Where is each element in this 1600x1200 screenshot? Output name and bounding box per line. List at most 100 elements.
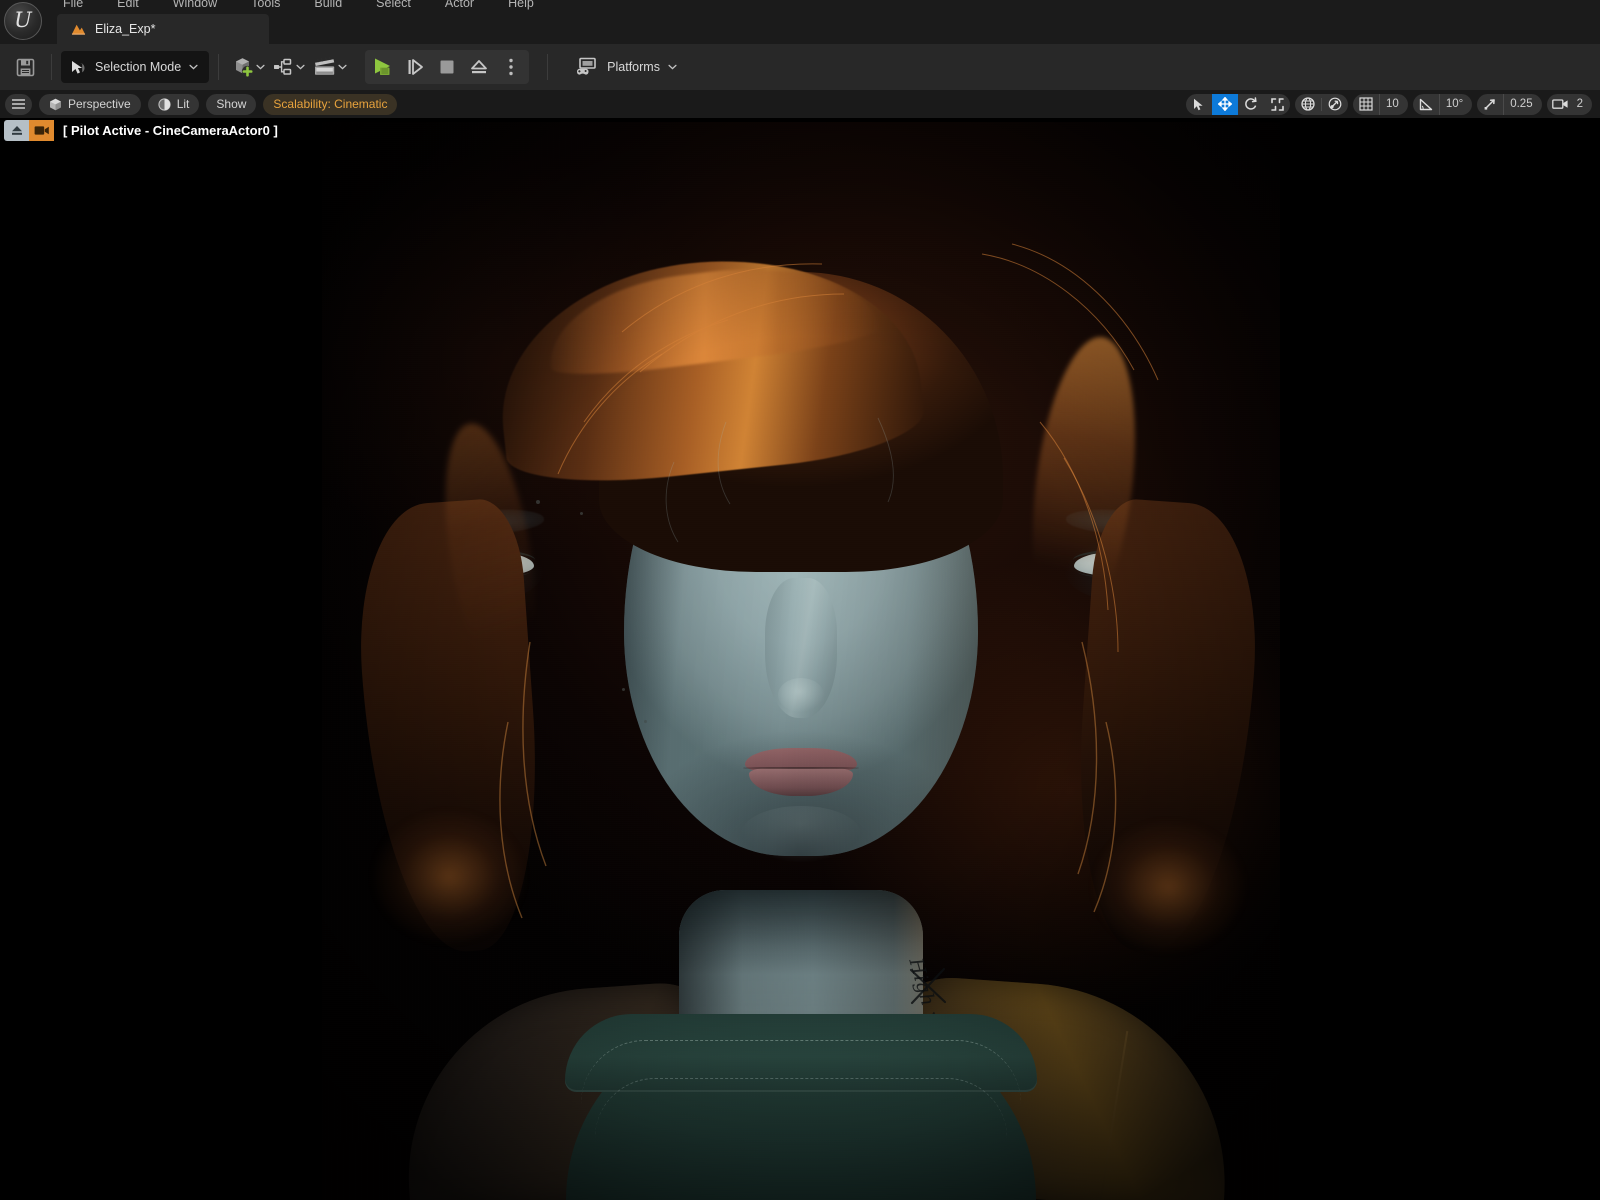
- menu-item-tools[interactable]: Tools: [234, 0, 297, 14]
- tab-strip: Eliza_Exp*: [0, 14, 1600, 44]
- eject-pilot-icon: [11, 126, 22, 135]
- platforms-label: Platforms: [607, 60, 660, 74]
- stop-piloting-button[interactable]: [4, 120, 29, 141]
- viewport-toolbar-right: 10 10° 0.25 2: [1186, 93, 1600, 115]
- cinematics-icon: [315, 57, 335, 75]
- hamburger-menu-icon: [12, 99, 25, 109]
- translate-tool-button[interactable]: [1212, 93, 1239, 115]
- play-more-options-button[interactable]: [496, 52, 526, 82]
- play-button[interactable]: [368, 52, 398, 82]
- grid-snap-toggle[interactable]: [1353, 94, 1379, 115]
- collar-stitching-inner: [595, 1078, 1007, 1138]
- cursor-arrow-icon: [1194, 98, 1203, 110]
- menu-item-edit[interactable]: Edit: [100, 0, 156, 14]
- main-toolbar: Selection Mode Platforms: [0, 44, 1600, 90]
- selection-mode-icon: [72, 60, 85, 74]
- kebab-menu-icon: [509, 58, 513, 76]
- camera-speed-toggle[interactable]: [1547, 94, 1577, 115]
- menu-bar: File Edit Window Tools Build Select Acto…: [0, 0, 1600, 14]
- level-icon: [71, 24, 86, 35]
- viewport-show-flags-button[interactable]: Show: [206, 93, 257, 115]
- neck-tattoo-x-icon: [909, 967, 947, 1005]
- lighting-mode-label: Lit: [176, 97, 190, 111]
- hair-tip-glow-left: [374, 812, 524, 942]
- cube-icon: [50, 98, 61, 110]
- cinematics-button[interactable]: [309, 50, 351, 84]
- rotate-tool-button[interactable]: [1238, 94, 1264, 115]
- chevron-down-icon: [296, 64, 305, 70]
- pilot-active-banner: [ Pilot Active - CineCameraActor0 ]: [4, 120, 278, 141]
- menu-item-window[interactable]: Window: [156, 0, 234, 14]
- pilot-status-text: [ Pilot Active - CineCameraActor0 ]: [63, 123, 278, 138]
- show-flags-label: Show: [216, 97, 247, 111]
- add-actor-icon: [236, 58, 254, 78]
- viewport-lighting-button[interactable]: Lit: [147, 93, 200, 115]
- surface-snap-icon: [1328, 97, 1342, 111]
- toolbar-divider-3: [547, 54, 549, 80]
- move-gizmo-icon: [1218, 97, 1233, 111]
- cine-camera-icon: [34, 126, 49, 135]
- chevron-down-icon: [189, 64, 198, 70]
- freckle: [536, 500, 540, 504]
- unreal-editor-window: File Edit Window Tools Build Select Acto…: [0, 0, 1600, 1200]
- lit-sphere-icon: [158, 97, 171, 111]
- add-actor-button[interactable]: [228, 50, 269, 84]
- scale-snap-toggle[interactable]: [1477, 94, 1503, 115]
- blueprints-button[interactable]: [269, 50, 309, 84]
- menu-item-actor[interactable]: Actor: [428, 0, 491, 14]
- viewport-toolbar: Perspective Lit Show Scalability: Cinema…: [0, 90, 1600, 118]
- menu-item-select[interactable]: Select: [359, 0, 428, 14]
- coordinate-system-group: [1295, 93, 1349, 115]
- rotate-gizmo-icon: [1245, 97, 1257, 110]
- grid-icon: [1359, 97, 1373, 111]
- toolbar-divider: [51, 54, 52, 80]
- level-viewport[interactable]: Perspective Lit Show Scalability: Cinema…: [0, 90, 1600, 1200]
- view-mode-label: Perspective: [68, 97, 131, 111]
- grid-snap-value[interactable]: 10: [1379, 93, 1408, 115]
- play-icon: [375, 58, 391, 75]
- scale-gizmo-icon: [1270, 97, 1284, 111]
- scale-snap-icon: [1484, 99, 1495, 110]
- camera-speed-group: 2: [1546, 93, 1592, 115]
- world-coordinates-button[interactable]: [1295, 94, 1321, 115]
- scale-snap-value[interactable]: 0.25: [1503, 93, 1541, 115]
- platforms-button[interactable]: Platforms: [566, 50, 685, 84]
- angle-snap-toggle[interactable]: [1413, 94, 1439, 115]
- angle-icon: [1419, 98, 1433, 110]
- menu-item-help[interactable]: Help: [491, 0, 551, 14]
- viewport-scalability-warning[interactable]: Scalability: Cinematic: [263, 93, 398, 115]
- select-tool-button[interactable]: [1186, 94, 1212, 115]
- menu-item-build[interactable]: Build: [297, 0, 359, 14]
- save-icon: [16, 58, 34, 76]
- tab-label: Eliza_Exp*: [95, 22, 156, 36]
- viewport-menu-button[interactable]: [5, 93, 32, 115]
- blueprints-icon: [274, 58, 292, 75]
- pilot-camera-indicator[interactable]: [29, 120, 54, 141]
- chevron-down-icon: [668, 64, 677, 70]
- save-button[interactable]: [8, 50, 42, 84]
- hair-tip-glow-right: [1094, 822, 1244, 952]
- platforms-icon: [577, 57, 596, 75]
- scale-tool-button[interactable]: [1264, 94, 1290, 115]
- character-eliza: High voltage: [322, 122, 1280, 1200]
- globe-icon: [1301, 97, 1315, 111]
- camera-speed-value[interactable]: 2: [1577, 94, 1592, 115]
- tab-eliza-exp[interactable]: Eliza_Exp*: [57, 14, 269, 44]
- freckle: [580, 512, 583, 515]
- chevron-down-icon: [256, 64, 265, 70]
- stop-button[interactable]: [432, 52, 462, 82]
- stop-icon: [440, 60, 454, 74]
- step-forward-button[interactable]: [400, 52, 430, 82]
- chevron-down-icon: [338, 64, 347, 70]
- viewport-view-mode-button[interactable]: Perspective: [39, 93, 141, 115]
- ue-glyph: U: [14, 7, 32, 32]
- create-tools-group: [228, 50, 351, 84]
- menu-item-file[interactable]: File: [46, 0, 100, 14]
- angle-snap-value[interactable]: 10°: [1438, 93, 1472, 115]
- surface-snapping-button[interactable]: [1322, 94, 1348, 115]
- grid-snap-group: 10: [1353, 93, 1408, 115]
- unreal-engine-logo-icon[interactable]: U: [4, 2, 42, 40]
- selection-mode-dropdown[interactable]: Selection Mode: [61, 51, 210, 83]
- eject-button[interactable]: [464, 52, 494, 82]
- gizmo-tools-group: [1186, 93, 1291, 115]
